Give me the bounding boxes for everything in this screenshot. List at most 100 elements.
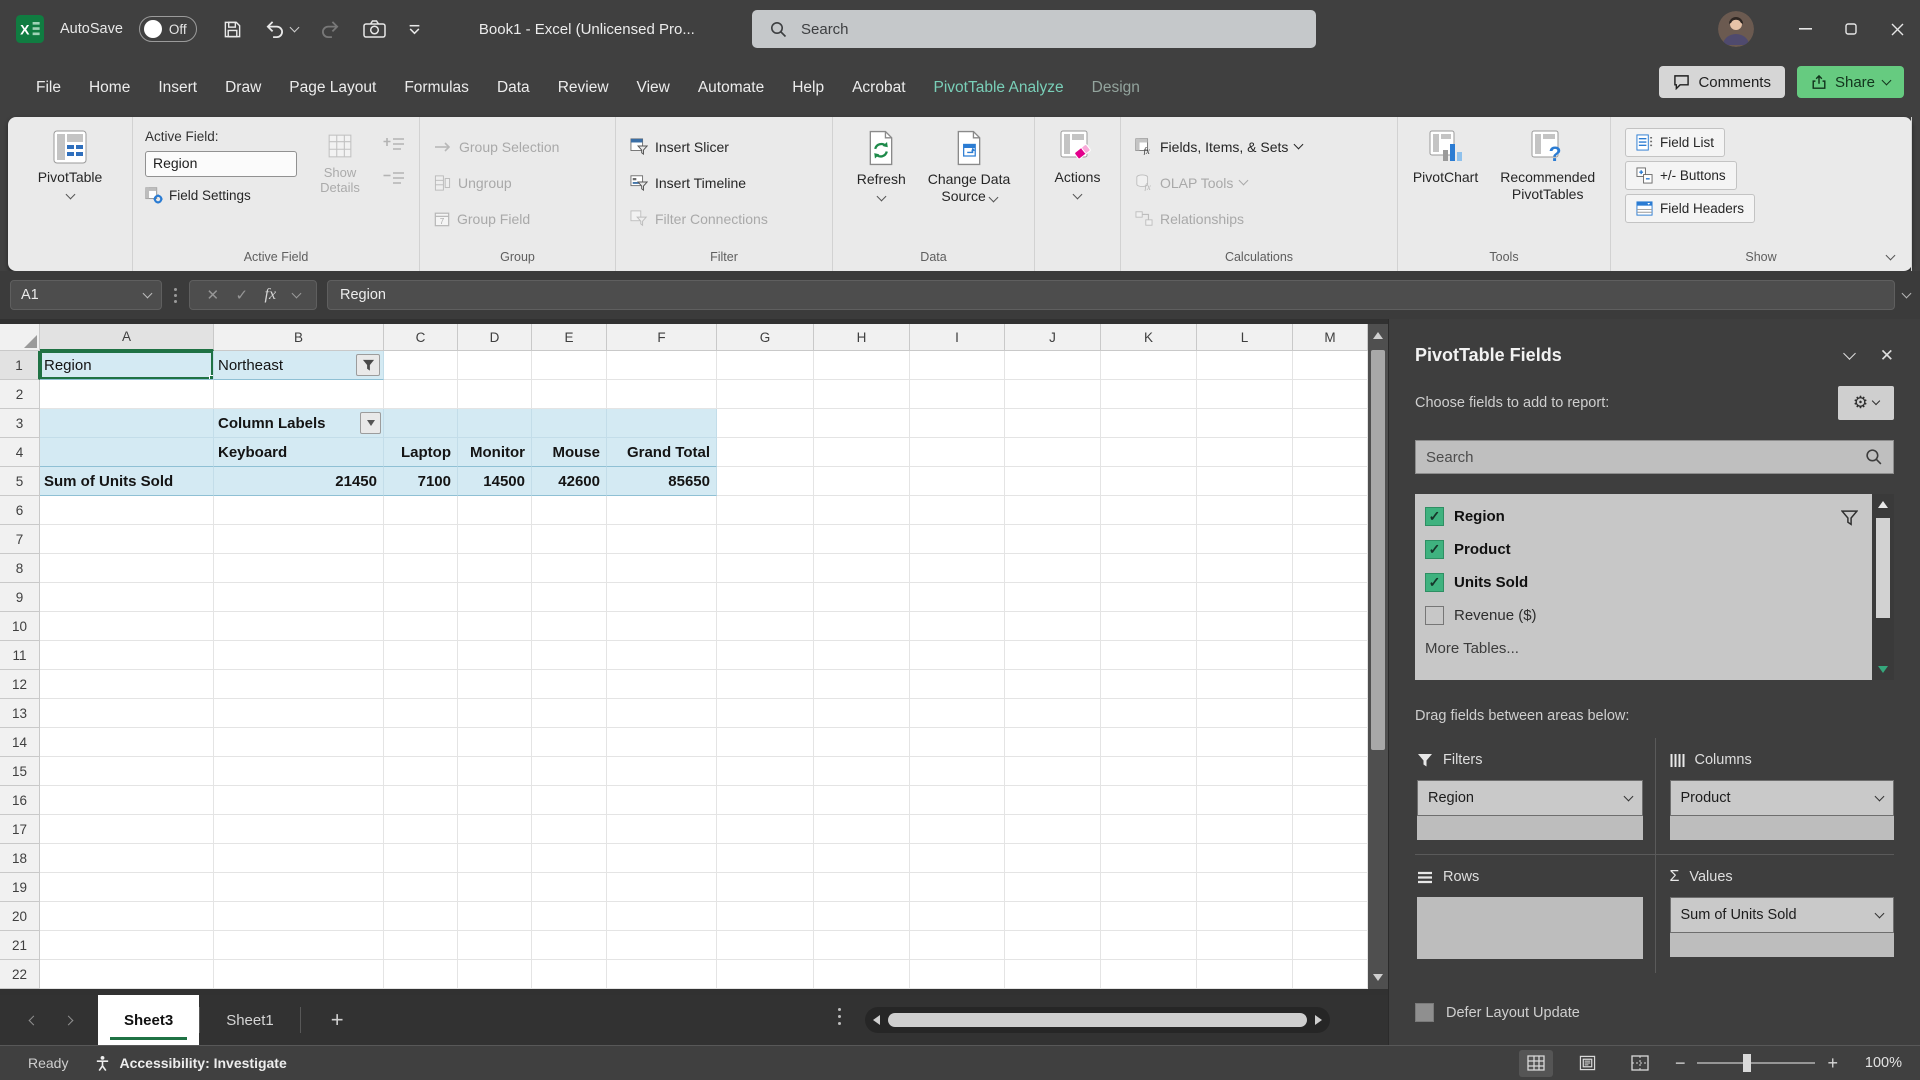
tab-page-layout[interactable]: Page Layout xyxy=(275,69,390,107)
cell-C8[interactable] xyxy=(384,554,458,583)
horizontal-scrollbar-thumb[interactable] xyxy=(888,1013,1307,1027)
cell-A16[interactable] xyxy=(40,786,214,815)
cell-G9[interactable] xyxy=(717,583,814,612)
cell-D6[interactable] xyxy=(458,496,532,525)
cell-J9[interactable] xyxy=(1005,583,1101,612)
cell-K18[interactable] xyxy=(1101,844,1197,873)
cell-J10[interactable] xyxy=(1005,612,1101,641)
sheet-tab-sheet3[interactable]: Sheet3 xyxy=(98,995,199,1045)
cell-J3[interactable] xyxy=(1005,409,1101,438)
select-all-corner[interactable] xyxy=(0,324,40,351)
cell-J2[interactable] xyxy=(1005,380,1101,409)
row-header-5[interactable]: 5 xyxy=(0,467,40,496)
cell-I12[interactable] xyxy=(910,670,1005,699)
column-header-J[interactable]: J xyxy=(1005,324,1101,351)
zoom-level[interactable]: 100% xyxy=(1856,1055,1902,1071)
cell-A15[interactable] xyxy=(40,757,214,786)
cell-H8[interactable] xyxy=(814,554,910,583)
cell-M10[interactable] xyxy=(1293,612,1368,641)
cell-C9[interactable] xyxy=(384,583,458,612)
cell-I18[interactable] xyxy=(910,844,1005,873)
formula-bar-handle[interactable] xyxy=(174,288,177,303)
cell-L13[interactable] xyxy=(1197,699,1293,728)
cell-G16[interactable] xyxy=(717,786,814,815)
more-tables-link[interactable]: More Tables... xyxy=(1415,632,1894,657)
cell-H20[interactable] xyxy=(814,902,910,931)
horizontal-scrollbar[interactable] xyxy=(865,1007,1330,1033)
cell-D3[interactable] xyxy=(458,409,532,438)
vertical-scrollbar[interactable] xyxy=(1368,324,1388,989)
column-header-K[interactable]: K xyxy=(1101,324,1197,351)
pivotchart-button[interactable]: PivotChart xyxy=(1405,127,1486,245)
cell-I20[interactable] xyxy=(910,902,1005,931)
cell-D15[interactable] xyxy=(458,757,532,786)
cell-D17[interactable] xyxy=(458,815,532,844)
cell-J21[interactable] xyxy=(1005,931,1101,960)
tab-insert[interactable]: Insert xyxy=(144,69,211,107)
cell-J7[interactable] xyxy=(1005,525,1101,554)
cell-K1[interactable] xyxy=(1101,351,1197,380)
cell-H9[interactable] xyxy=(814,583,910,612)
cell-C6[interactable] xyxy=(384,496,458,525)
cell-G20[interactable] xyxy=(717,902,814,931)
panel-tools-button[interactable]: ⚙ xyxy=(1838,386,1894,420)
cell-K15[interactable] xyxy=(1101,757,1197,786)
cell-B12[interactable] xyxy=(214,670,384,699)
close-button[interactable] xyxy=(1874,0,1920,58)
cell-I11[interactable] xyxy=(910,641,1005,670)
name-box[interactable]: A1 xyxy=(10,280,162,310)
row-header-11[interactable]: 11 xyxy=(0,641,40,670)
cell-H6[interactable] xyxy=(814,496,910,525)
cell-D7[interactable] xyxy=(458,525,532,554)
cell-A11[interactable] xyxy=(40,641,214,670)
cell-E6[interactable] xyxy=(532,496,607,525)
cell-C13[interactable] xyxy=(384,699,458,728)
cell-M13[interactable] xyxy=(1293,699,1368,728)
cell-K8[interactable] xyxy=(1101,554,1197,583)
cell-E8[interactable] xyxy=(532,554,607,583)
cell-E11[interactable] xyxy=(532,641,607,670)
cell-G17[interactable] xyxy=(717,815,814,844)
cell-E5[interactable]: 42600 xyxy=(532,467,607,496)
page-break-view-button[interactable] xyxy=(1623,1050,1657,1077)
insert-function-icon[interactable]: fx xyxy=(265,286,277,304)
name-box-dropdown-icon[interactable] xyxy=(143,288,153,298)
cell-H22[interactable] xyxy=(814,960,910,989)
cell-K9[interactable] xyxy=(1101,583,1197,612)
cell-H18[interactable] xyxy=(814,844,910,873)
cell-M6[interactable] xyxy=(1293,496,1368,525)
cell-B18[interactable] xyxy=(214,844,384,873)
cell-F14[interactable] xyxy=(607,728,717,757)
cell-B9[interactable] xyxy=(214,583,384,612)
column-header-M[interactable]: M xyxy=(1293,324,1368,351)
cell-A7[interactable] xyxy=(40,525,214,554)
panel-close-icon[interactable]: ✕ xyxy=(1880,346,1894,366)
cell-L1[interactable] xyxy=(1197,351,1293,380)
cell-B15[interactable] xyxy=(214,757,384,786)
sheet-tab-sheet1[interactable]: Sheet1 xyxy=(200,995,300,1045)
cell-I16[interactable] xyxy=(910,786,1005,815)
tab-design[interactable]: Design xyxy=(1078,69,1154,107)
cell-D8[interactable] xyxy=(458,554,532,583)
cell-B22[interactable] xyxy=(214,960,384,989)
cell-D16[interactable] xyxy=(458,786,532,815)
cell-H15[interactable] xyxy=(814,757,910,786)
cell-H11[interactable] xyxy=(814,641,910,670)
search-input[interactable]: Search xyxy=(752,10,1316,48)
cell-F6[interactable] xyxy=(607,496,717,525)
cell-I17[interactable] xyxy=(910,815,1005,844)
cell-H5[interactable] xyxy=(814,467,910,496)
zoom-out-button[interactable]: − xyxy=(1675,1053,1686,1074)
cell-L11[interactable] xyxy=(1197,641,1293,670)
cell-C20[interactable] xyxy=(384,902,458,931)
row-header-12[interactable]: 12 xyxy=(0,670,40,699)
cell-A22[interactable] xyxy=(40,960,214,989)
cell-E12[interactable] xyxy=(532,670,607,699)
expand-formula-bar-icon[interactable] xyxy=(1902,288,1912,298)
cell-D12[interactable] xyxy=(458,670,532,699)
cell-F12[interactable] xyxy=(607,670,717,699)
column-header-E[interactable]: E xyxy=(532,324,607,351)
cell-L21[interactable] xyxy=(1197,931,1293,960)
cell-F13[interactable] xyxy=(607,699,717,728)
cell-K17[interactable] xyxy=(1101,815,1197,844)
